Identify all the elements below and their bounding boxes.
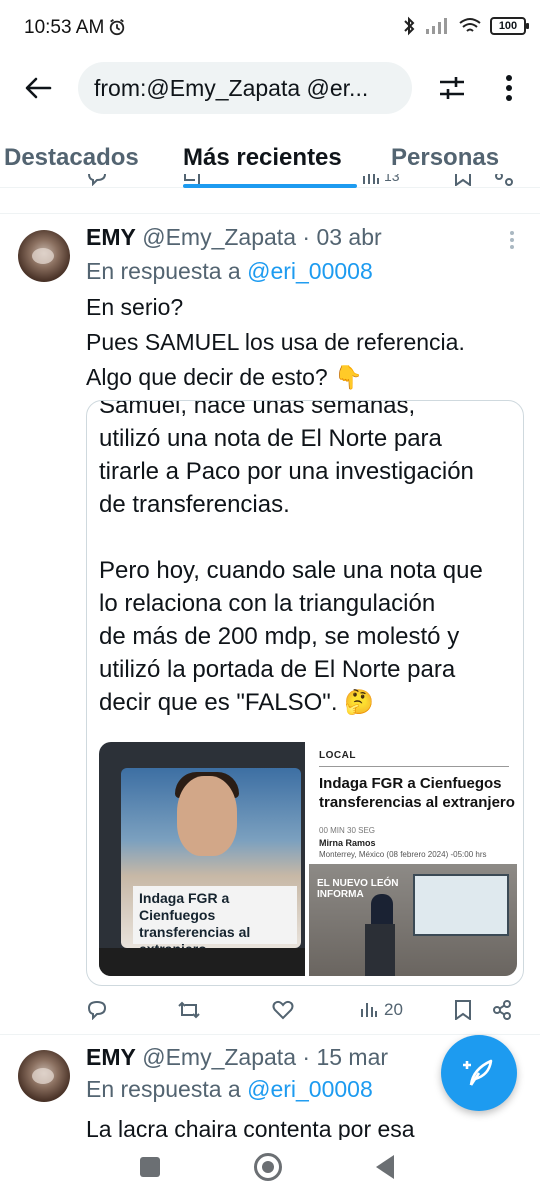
tweet-header: EMY @Emy_Zapata · 03 abr bbox=[86, 224, 382, 251]
bookmark-icon bbox=[455, 1000, 471, 1020]
status-time: 10:53 AM bbox=[24, 17, 105, 38]
avatar[interactable] bbox=[18, 1050, 70, 1102]
header-separator: · bbox=[302, 1044, 311, 1070]
compose-icon bbox=[463, 1059, 493, 1086]
filter-sliders-icon bbox=[440, 77, 464, 99]
share-button[interactable] bbox=[492, 993, 512, 1027]
status-icons: 100 bbox=[402, 16, 529, 36]
home-button[interactable] bbox=[254, 1153, 282, 1181]
prev-views[interactable]: 13 bbox=[362, 174, 400, 186]
bookmark-button[interactable] bbox=[454, 993, 472, 1027]
person-face bbox=[177, 776, 237, 856]
like-button[interactable] bbox=[272, 993, 294, 1027]
reply-context: En respuesta a @eri_00008 bbox=[86, 1076, 373, 1103]
article-section-label: LOCAL bbox=[319, 750, 356, 761]
share-icon bbox=[493, 1000, 511, 1020]
reply-mention[interactable]: @eri_00008 bbox=[247, 258, 373, 284]
bluetooth-icon bbox=[404, 16, 415, 36]
reply-button[interactable] bbox=[86, 993, 108, 1027]
signal-icon bbox=[426, 18, 447, 34]
tv-screenshot-image: Indaga FGR a Cienfuegos transferencias a… bbox=[99, 742, 305, 976]
wifi-icon bbox=[459, 18, 481, 32]
reply-mention[interactable]: @eri_00008 bbox=[247, 1076, 373, 1102]
previous-tweet-actions: 13 bbox=[0, 174, 540, 214]
tweet-date[interactable]: 15 mar bbox=[316, 1044, 388, 1070]
system-nav-bar bbox=[0, 1140, 540, 1200]
retweet-button[interactable] bbox=[176, 993, 202, 1027]
views-count: 20 bbox=[384, 1000, 403, 1019]
battery-indicator: 100 bbox=[490, 17, 529, 35]
reply-prefix: En respuesta a bbox=[86, 1076, 241, 1102]
search-filter-button[interactable] bbox=[434, 70, 470, 106]
author-name[interactable]: EMY bbox=[86, 1044, 136, 1070]
system-back-button[interactable] bbox=[376, 1155, 394, 1179]
search-header: from:@Emy_Zapata @er... bbox=[0, 56, 540, 120]
article-author: Mirna Ramos bbox=[319, 838, 376, 848]
tweet-text: En serio? Pues SAMUEL los usa de referen… bbox=[86, 294, 465, 390]
retweet-icon bbox=[178, 1001, 200, 1019]
article-rule bbox=[319, 766, 509, 767]
tab-mas-recientes[interactable]: Más recientes bbox=[183, 144, 342, 172]
avatar[interactable] bbox=[18, 230, 70, 282]
article-photo-screen bbox=[413, 874, 509, 936]
tv-base bbox=[99, 948, 305, 976]
reply-icon bbox=[87, 1000, 107, 1020]
article-meta: 00 MIN 30 SEG bbox=[319, 826, 376, 835]
tv-caption: Indaga FGR a Cienfuegos transferencias a… bbox=[133, 886, 297, 957]
search-input[interactable]: from:@Emy_Zapata @er... bbox=[78, 62, 412, 114]
tweet-menu-icon[interactable] bbox=[504, 228, 520, 252]
more-vertical-icon bbox=[506, 75, 512, 101]
article-photo-podium bbox=[365, 924, 395, 976]
reply-context: En respuesta a @eri_00008 bbox=[86, 258, 373, 285]
back-button[interactable] bbox=[18, 68, 58, 108]
more-options-button[interactable] bbox=[494, 70, 524, 106]
quote-image-text: Samuel, hace unas semanas, utilizó una n… bbox=[99, 400, 483, 716]
reply-prefix: En respuesta a bbox=[86, 258, 241, 284]
tweet-date[interactable]: 03 abr bbox=[316, 224, 381, 250]
reply-icon[interactable] bbox=[86, 174, 108, 186]
search-query: from:@Emy_Zapata @er... bbox=[94, 74, 369, 101]
article-photo: EL NUEVO LEÓN INFORMA bbox=[309, 864, 517, 976]
alarm-icon bbox=[109, 19, 125, 36]
author-handle[interactable]: @Emy_Zapata bbox=[142, 1044, 296, 1070]
tweet-text: La lacra chaira contenta por esa bbox=[86, 1116, 415, 1140]
share-icon[interactable] bbox=[494, 174, 514, 186]
views-icon bbox=[363, 174, 379, 184]
header-separator: · bbox=[302, 224, 311, 250]
status-bar: 10:53 AM 100 bbox=[0, 0, 540, 56]
tab-destacados[interactable]: Destacados bbox=[4, 144, 139, 172]
author-name[interactable]: EMY bbox=[86, 224, 136, 250]
article-headline: Indaga FGR a Cienfuegos transferencias a… bbox=[319, 775, 515, 811]
tweet[interactable]: EMY @Emy_Zapata · 03 abr En respuesta a … bbox=[0, 214, 540, 1034]
tweet-header: EMY @Emy_Zapata · 15 mar bbox=[86, 1044, 388, 1071]
recents-button[interactable] bbox=[140, 1157, 160, 1177]
tab-personas[interactable]: Personas bbox=[391, 144, 499, 172]
compose-button[interactable] bbox=[441, 1035, 517, 1111]
article-date: Monterrey, México (08 febrero 2024) -05:… bbox=[319, 850, 487, 859]
retweet-icon[interactable] bbox=[180, 174, 204, 186]
tweet-media-card[interactable]: Samuel, hace unas semanas, utilizó una n… bbox=[86, 400, 524, 986]
views-icon bbox=[361, 1003, 377, 1017]
tweet-actions: 20 bbox=[82, 993, 522, 1027]
news-article-image: LOCAL Indaga FGR a Cienfuegos transferen… bbox=[309, 742, 517, 976]
author-handle[interactable]: @Emy_Zapata bbox=[142, 224, 296, 250]
views-button[interactable]: 20 bbox=[360, 993, 403, 1027]
back-arrow-icon bbox=[25, 77, 52, 99]
prev-views-count: 13 bbox=[384, 174, 400, 184]
bookmark-icon[interactable] bbox=[454, 174, 472, 186]
like-icon bbox=[272, 1000, 294, 1020]
